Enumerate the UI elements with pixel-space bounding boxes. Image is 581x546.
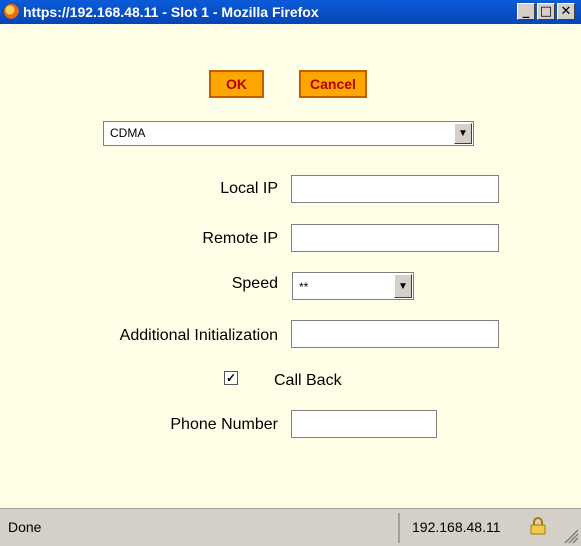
local-ip-input[interactable] bbox=[291, 175, 499, 203]
close-button[interactable]: ✕ bbox=[557, 3, 575, 20]
maximize-button[interactable]: □ bbox=[537, 3, 555, 20]
modem-type-select[interactable]: CDMA ▼ bbox=[103, 121, 474, 146]
minimize-button[interactable]: _ bbox=[517, 3, 535, 20]
status-text: Done bbox=[8, 519, 42, 535]
call-back-label: Call Back bbox=[274, 372, 342, 389]
speed-value: ** bbox=[299, 280, 309, 294]
local-ip-label: Local IP bbox=[220, 180, 278, 197]
speed-select[interactable]: ** ▼ bbox=[292, 272, 414, 300]
lock-icon bbox=[530, 517, 546, 535]
cancel-button[interactable]: Cancel bbox=[299, 70, 367, 98]
status-ip: 192.168.48.11 bbox=[412, 519, 501, 535]
call-back-checkbox[interactable]: ✓ bbox=[224, 371, 238, 385]
modem-type-value: CDMA bbox=[110, 126, 146, 140]
phone-number-input[interactable] bbox=[291, 410, 437, 438]
window-title: https://192.168.48.11 - Slot 1 - Mozilla… bbox=[23, 4, 319, 20]
resize-grip-icon[interactable] bbox=[563, 528, 579, 544]
title-bar[interactable]: https://192.168.48.11 - Slot 1 - Mozilla… bbox=[0, 0, 581, 24]
additional-initialization-input[interactable] bbox=[291, 320, 499, 348]
window-controls: _ □ ✕ bbox=[517, 3, 575, 20]
chevron-down-icon[interactable]: ▼ bbox=[454, 123, 472, 144]
speed-label: Speed bbox=[231, 275, 278, 292]
form-content: OK Cancel CDMA ▼ Local IP Remote IP Spee… bbox=[0, 24, 581, 508]
phone-number-label: Phone Number bbox=[170, 416, 278, 433]
additional-initialization-label: Additional Initialization bbox=[119, 327, 278, 344]
status-divider bbox=[398, 513, 400, 543]
remote-ip-input[interactable] bbox=[291, 224, 499, 252]
firefox-icon bbox=[4, 4, 19, 19]
remote-ip-label: Remote IP bbox=[202, 230, 278, 247]
chevron-down-icon[interactable]: ▼ bbox=[394, 274, 412, 298]
ok-button[interactable]: OK bbox=[209, 70, 264, 98]
status-bar: Done 192.168.48.11 bbox=[0, 508, 581, 546]
